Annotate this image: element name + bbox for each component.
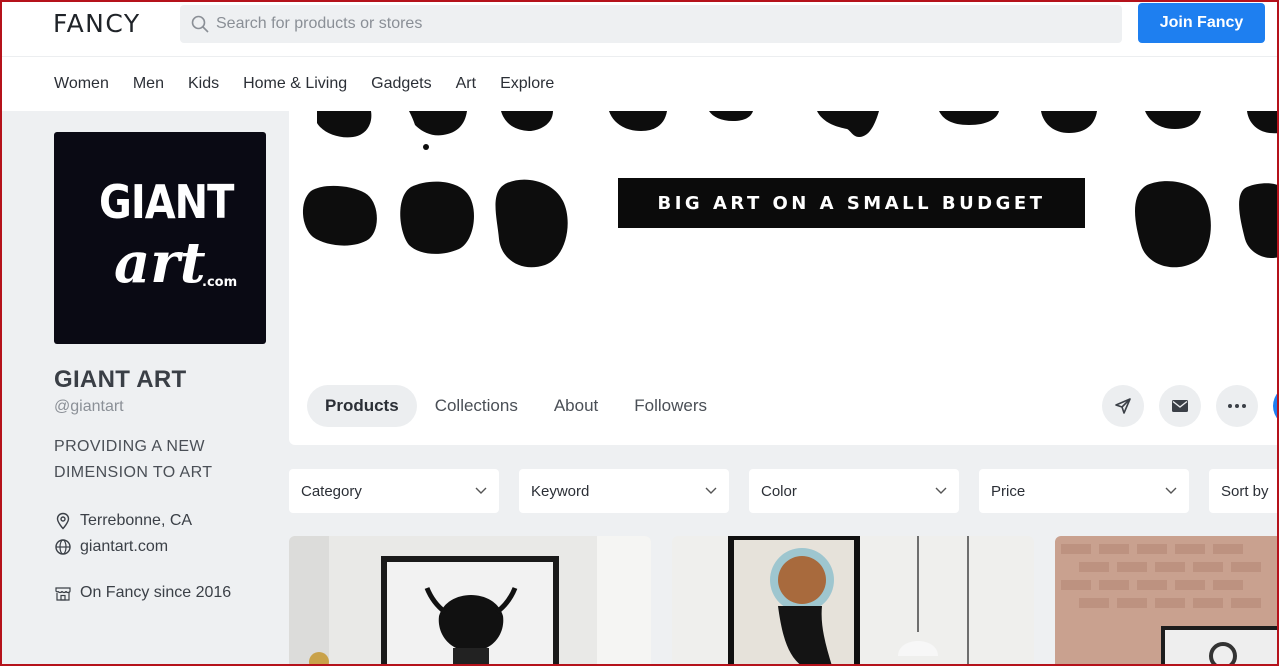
chevron-down-icon [475,487,487,494]
store-since: On Fancy since 2016 [54,580,266,606]
filter-label: Category [301,482,362,500]
message-button[interactable] [1159,385,1201,427]
store-tabs: Products Collections About Followers [307,385,725,427]
product-image [672,536,1034,666]
filter-keyword[interactable]: Keyword [519,469,729,513]
filter-label: Keyword [531,482,590,500]
store-avatar: GIANT art .com [54,132,266,344]
filter-label: Price [991,482,1026,500]
store-actions: + [1102,385,1279,427]
product-card[interactable] [672,536,1034,666]
filter-bar: Category Keyword Color Price Sort by [289,469,1279,513]
chevron-down-icon [935,487,947,494]
product-image [1055,536,1277,666]
filter-label: Color [761,482,797,500]
tab-collections[interactable]: Collections [417,385,536,427]
nav-men[interactable]: Men [133,75,164,93]
store-header-card: BIG ART ON A SMALL BUDGET Products Colle… [289,111,1279,445]
top-bar: FANCY Join Fancy [0,0,1279,48]
store-icon [55,587,71,601]
product-image [289,536,651,666]
search-bar[interactable] [180,5,1122,43]
globe-icon [55,539,71,555]
join-fancy-button[interactable]: Join Fancy [1138,3,1265,43]
location-pin-icon [56,512,70,530]
nav-gadgets[interactable]: Gadgets [371,75,431,93]
filter-color[interactable]: Color [749,469,959,513]
more-icon [1228,404,1246,408]
store-tagline: PROVIDING A NEW DIMENSION TO ART [54,438,213,481]
banner-slogan: BIG ART ON A SMALL BUDGET [618,178,1085,228]
search-input[interactable] [216,15,1096,33]
sort-by-dropdown[interactable]: Sort by [1209,469,1279,513]
avatar-logo-text: GIANT [99,176,234,230]
tab-about[interactable]: About [536,385,616,427]
product-card[interactable] [1055,536,1279,666]
tab-products[interactable]: Products [307,385,417,427]
fancy-logo[interactable]: FANCY [53,9,141,38]
search-icon [191,15,209,33]
store-handle: @giantart [54,398,124,415]
store-location: Terrebonne, CA [54,508,266,534]
nav-kids[interactable]: Kids [188,75,219,93]
filter-category[interactable]: Category [289,469,499,513]
share-button[interactable] [1102,385,1144,427]
nav-home-living[interactable]: Home & Living [243,75,347,93]
since-text: On Fancy since 2016 [80,584,232,601]
filter-price[interactable]: Price [979,469,1189,513]
avatar-logo-suffix: .com [202,275,238,290]
website-link[interactable]: giantart.com [80,538,168,556]
more-button[interactable] [1216,385,1258,427]
tab-followers[interactable]: Followers [616,385,725,427]
nav-art[interactable]: Art [456,75,476,93]
nav-explore[interactable]: Explore [500,75,554,93]
chevron-down-icon [1165,487,1177,494]
product-card[interactable] [289,536,651,666]
store-sidebar: GIANT art .com GIANT ART @giantart PROVI… [54,132,266,606]
store-website[interactable]: giantart.com [54,534,266,560]
location-text: Terrebonne, CA [80,512,193,529]
send-icon [1115,398,1131,414]
follow-button[interactable]: + [1273,385,1279,427]
filter-label: Sort by [1221,482,1269,500]
store-name: GIANT ART [54,366,187,393]
banner-image [302,111,1279,268]
chevron-down-icon [705,487,717,494]
category-nav: Women Men Kids Home & Living Gadgets Art… [0,56,1279,110]
mail-icon [1172,400,1188,412]
avatar-logo-script: art [114,230,206,296]
nav-women[interactable]: Women [54,75,109,93]
product-grid [289,536,1279,666]
